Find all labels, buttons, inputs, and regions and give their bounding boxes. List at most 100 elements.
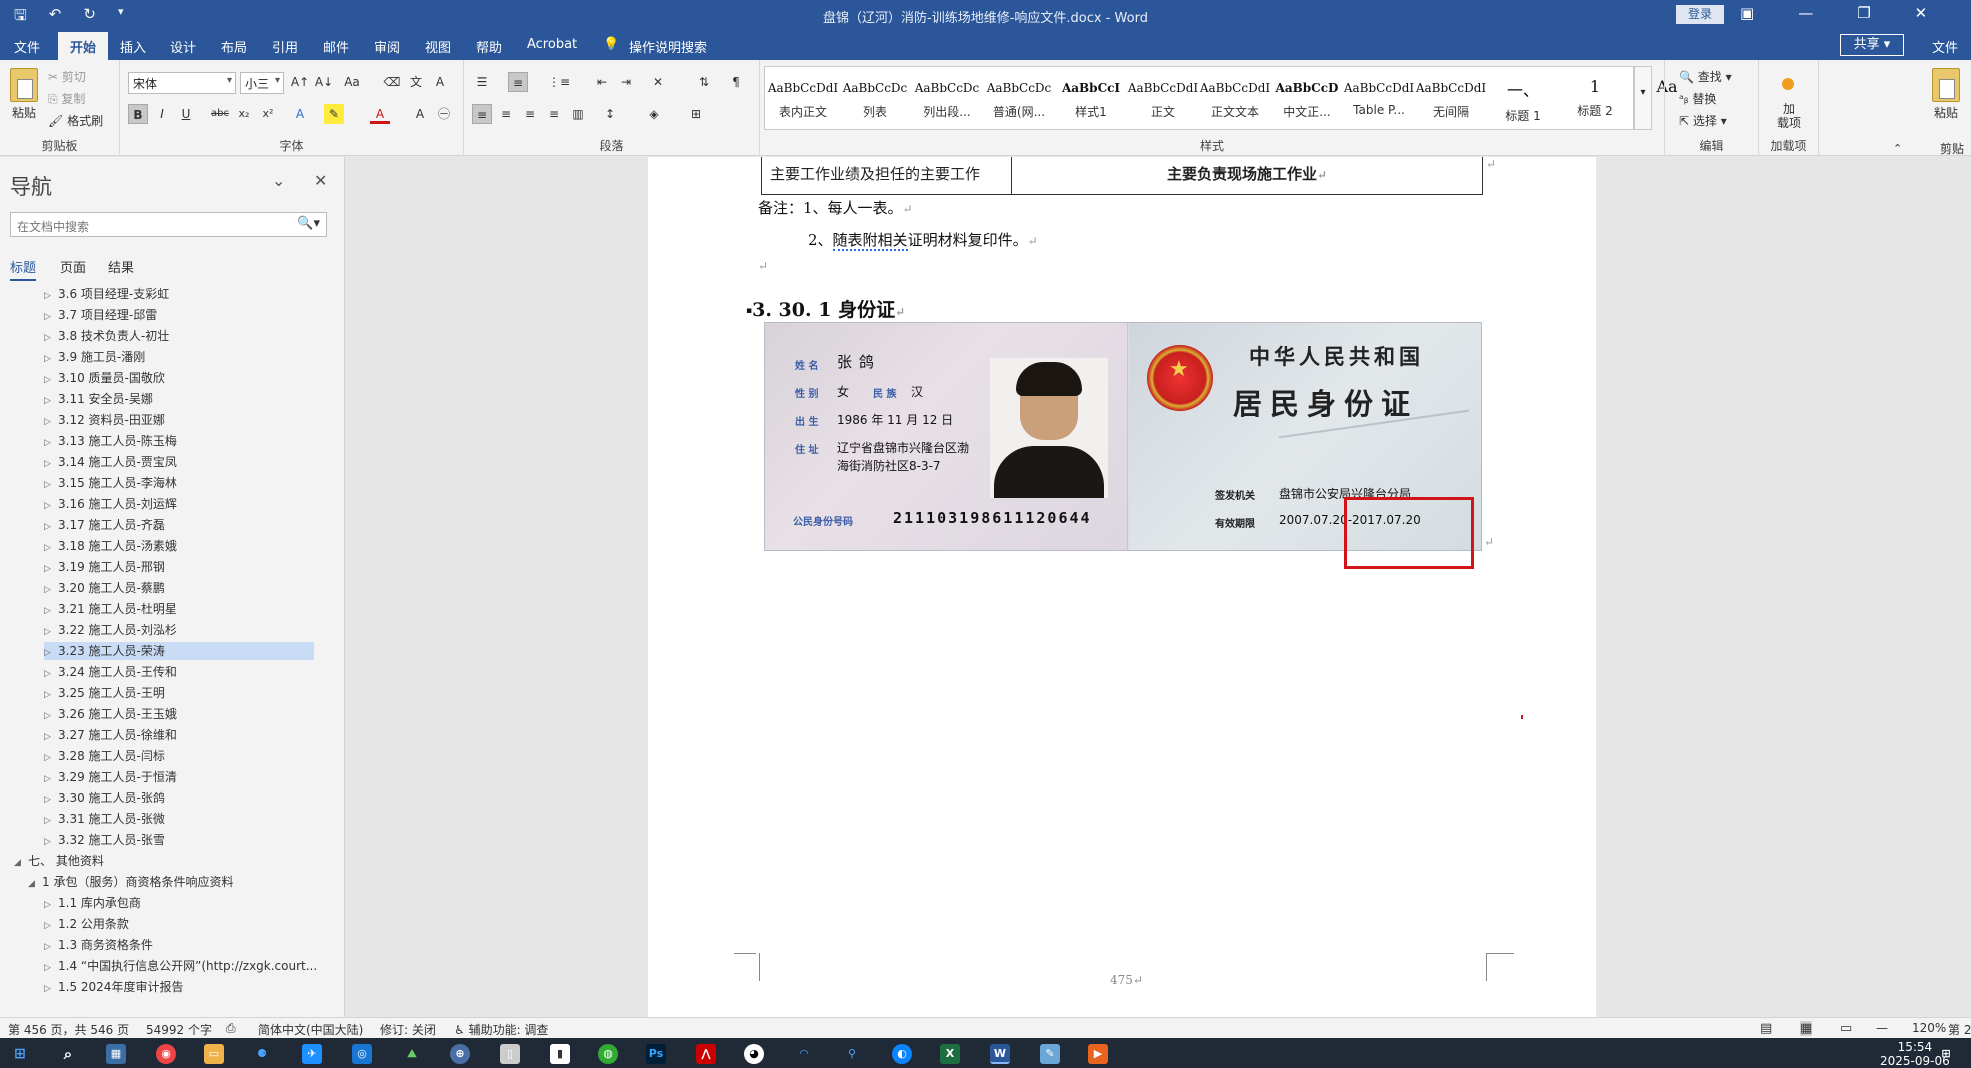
- nav-heading-item[interactable]: ▷ 3.16 施工人员-刘运辉: [44, 495, 314, 513]
- nav-heading-item[interactable]: ▷ 3.26 施工人员-王玉娥: [44, 705, 314, 723]
- people-icon[interactable]: ⚈: [252, 1044, 272, 1064]
- nav-heading-item[interactable]: ▷ 3.10 质量员-国敬欣: [44, 369, 314, 387]
- expand-triangle-icon[interactable]: ▷: [44, 581, 58, 599]
- table-cell-label[interactable]: 主要工作业绩及担任的主要工作: [762, 157, 1012, 194]
- nav-heading-item[interactable]: ▷ 1.2 公用条款: [44, 915, 314, 933]
- word-count[interactable]: 54992 个字: [146, 1021, 212, 1038]
- expand-triangle-icon[interactable]: ▷: [44, 539, 58, 557]
- tab-acrobat[interactable]: Acrobat: [527, 37, 577, 52]
- zoom-out-icon[interactable]: —: [1876, 1021, 1888, 1035]
- expand-triangle-icon[interactable]: ▷: [44, 707, 58, 725]
- asian-layout-icon[interactable]: ✕: [648, 72, 668, 92]
- load-addins-button[interactable]: 加 载项: [1777, 102, 1801, 130]
- expand-triangle-icon[interactable]: ▷: [44, 602, 58, 620]
- expand-triangle-icon[interactable]: ▷: [44, 770, 58, 788]
- app-icon-green[interactable]: ⛰: [402, 1044, 422, 1064]
- expand-triangle-icon[interactable]: ▷: [44, 497, 58, 515]
- nav-tab-results[interactable]: 结果: [108, 257, 134, 276]
- shading-icon[interactable]: ◈: [644, 104, 664, 124]
- justify-icon[interactable]: ≡: [544, 104, 564, 124]
- expand-triangle-icon[interactable]: ▷: [44, 791, 58, 809]
- collapse-triangle-icon[interactable]: ◢: [28, 875, 42, 893]
- font-color-icon[interactable]: A: [370, 104, 390, 124]
- restore-icon[interactable]: ❐: [1857, 4, 1870, 29]
- expand-triangle-icon[interactable]: ▷: [44, 308, 58, 326]
- format-painter-button[interactable]: 🖌 格式刷: [48, 112, 103, 129]
- font-name-combo[interactable]: 宋体: [128, 72, 236, 94]
- nav-heading-item[interactable]: ▷ 3.15 施工人员-李海林: [44, 474, 314, 492]
- expand-triangle-icon[interactable]: ▷: [44, 896, 58, 914]
- increase-indent-icon[interactable]: ⇥: [616, 72, 636, 92]
- nav-heading-item[interactable]: ▷ 3.7 项目经理-邱雷: [44, 306, 314, 324]
- enclose-char-icon[interactable]: ㊀: [434, 104, 454, 124]
- collapse-triangle-icon[interactable]: ◢: [14, 854, 28, 872]
- expand-triangle-icon[interactable]: ▷: [44, 560, 58, 578]
- nav-tab-pages[interactable]: 页面: [60, 257, 86, 276]
- search-icon[interactable]: 🔍▾: [297, 216, 320, 231]
- acrobat-icon[interactable]: ⋀: [696, 1044, 716, 1064]
- nav-heading-item[interactable]: ▷ 3.28 施工人员-闫标: [44, 747, 314, 765]
- bullets-icon[interactable]: ☰: [472, 72, 492, 92]
- text-effects-icon[interactable]: A: [290, 104, 310, 124]
- tab-file[interactable]: 文件: [14, 37, 40, 56]
- expand-triangle-icon[interactable]: ▷: [44, 980, 58, 998]
- expand-triangle-icon[interactable]: ▷: [44, 350, 58, 368]
- read-mode-icon[interactable]: ▤: [1760, 1021, 1772, 1036]
- show-marks-icon[interactable]: ¶: [726, 72, 746, 92]
- expand-triangle-icon[interactable]: ▷: [44, 812, 58, 830]
- app-icon-arc[interactable]: ◠: [794, 1044, 814, 1064]
- nav-heading-item[interactable]: ▷ 3.27 施工人员-徐维和: [44, 726, 314, 744]
- nav-heading-item[interactable]: ▷ 3.18 施工人员-汤素娥: [44, 537, 314, 555]
- line-spacing-icon[interactable]: ↕: [600, 104, 620, 124]
- expand-triangle-icon[interactable]: ▷: [44, 476, 58, 494]
- nav-heading-item[interactable]: ▷ 1.3 商务资格条件: [44, 936, 314, 954]
- expand-triangle-icon[interactable]: ▷: [44, 623, 58, 641]
- app-icon-search[interactable]: ⚲: [842, 1044, 862, 1064]
- expand-triangle-icon[interactable]: ▷: [44, 938, 58, 956]
- nav-heading-item[interactable]: ▷ 1.5 2024年度审计报告: [44, 978, 314, 996]
- decrease-indent-icon[interactable]: ⇤: [592, 72, 612, 92]
- nav-heading-item[interactable]: ▷ 3.14 施工人员-贾宝凤: [44, 453, 314, 471]
- superscript-icon[interactable]: x²: [258, 104, 278, 124]
- document-icon[interactable]: ▮: [550, 1044, 570, 1064]
- nav-heading-item[interactable]: ▷ 3.23 施工人员-荣涛: [44, 642, 314, 660]
- expand-triangle-icon[interactable]: ▷: [44, 329, 58, 347]
- numbering-icon[interactable]: ≡: [508, 72, 528, 92]
- paste-icon-right[interactable]: [1932, 68, 1960, 102]
- char-border-icon[interactable]: A: [430, 72, 450, 92]
- expand-triangle-icon[interactable]: ▷: [44, 917, 58, 935]
- nav-heading-item[interactable]: ▷ 1.1 库内承包商: [44, 894, 314, 912]
- nav-heading-item[interactable]: ▷ 1.4 “中国执行信息公开网”(http://zxgk.court...: [44, 957, 317, 975]
- tab-help[interactable]: 帮助: [476, 37, 502, 56]
- nav-heading-item[interactable]: ▷ 3.8 技术负责人-初壮: [44, 327, 314, 345]
- multilevel-list-icon[interactable]: ⋮≡: [548, 72, 570, 92]
- tab-file-right[interactable]: 文件: [1932, 37, 1958, 56]
- paste-button[interactable]: 粘贴: [12, 104, 36, 121]
- tell-me-search[interactable]: 操作说明搜索: [629, 37, 707, 56]
- strikethrough-icon[interactable]: abc: [210, 104, 230, 124]
- paste-icon[interactable]: [10, 68, 38, 102]
- zoom-level[interactable]: 120%: [1912, 1021, 1946, 1035]
- app-icon-blue[interactable]: ◎: [352, 1044, 372, 1064]
- change-case-icon[interactable]: Aa: [342, 72, 362, 92]
- expand-triangle-icon[interactable]: ▷: [44, 434, 58, 452]
- tab-home[interactable]: 开始: [58, 32, 109, 60]
- minimize-icon[interactable]: —: [1798, 4, 1813, 29]
- tab-references[interactable]: 引用: [272, 37, 298, 56]
- nav-heading-item[interactable]: ▷ 3.31 施工人员-张微: [44, 810, 314, 828]
- nav-heading-item[interactable]: ▷ 3.21 施工人员-杜明星: [44, 600, 314, 618]
- nav-tab-headings[interactable]: 标题: [10, 257, 37, 281]
- note-line-1[interactable]: 备注：1、每人一表。↵: [758, 197, 913, 218]
- nav-heading-item[interactable]: ▷ 3.6 项目经理-支彩虹: [44, 285, 314, 303]
- clear-format-icon[interactable]: ⌫: [382, 72, 402, 92]
- language-status[interactable]: 简体中文(中国大陆): [258, 1021, 363, 1038]
- app-icon-ring[interactable]: ◍: [598, 1044, 618, 1064]
- expand-triangle-icon[interactable]: ▷: [44, 728, 58, 746]
- char-shading-icon[interactable]: A: [410, 104, 430, 124]
- note-line-2[interactable]: 2、随表附相关证明材料复印件。↵: [808, 229, 1038, 251]
- nav-heading-item[interactable]: ▷ 3.11 安全员-吴娜: [44, 390, 314, 408]
- nav-heading-item[interactable]: ▷ 3.25 施工人员-王明: [44, 684, 314, 702]
- grow-font-icon[interactable]: A↑: [290, 72, 310, 92]
- paste-button-right[interactable]: 粘贴: [1934, 104, 1958, 121]
- nav-search-input[interactable]: 在文档中搜索 🔍▾: [10, 212, 327, 237]
